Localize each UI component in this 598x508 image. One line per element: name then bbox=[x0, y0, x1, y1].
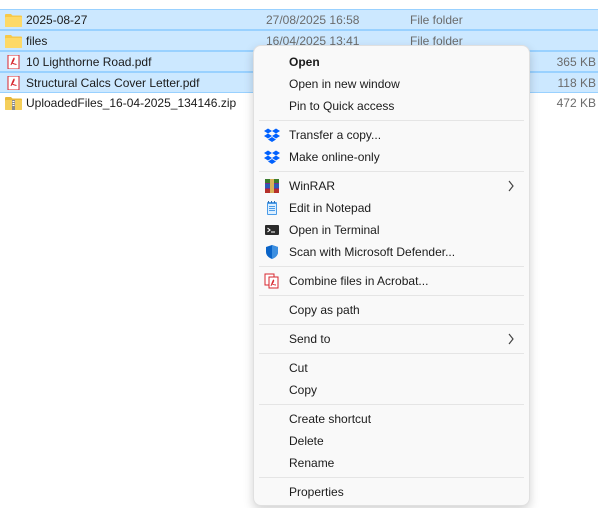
menu-separator bbox=[259, 324, 524, 325]
menu-open-label: Open bbox=[289, 55, 320, 69]
menu-copy-label: Copy bbox=[289, 383, 318, 397]
menu-open-terminal[interactable]: Open in Terminal bbox=[258, 219, 525, 241]
terminal-icon bbox=[265, 225, 279, 235]
menu-edit-notepad[interactable]: Edit in Notepad bbox=[258, 197, 525, 219]
menu-copy-as-path-label: Copy as path bbox=[289, 303, 360, 317]
file-date: 27/08/2025 16:58 bbox=[266, 13, 360, 27]
menu-edit-notepad-label: Edit in Notepad bbox=[289, 201, 372, 215]
menu-send-to[interactable]: Send to bbox=[258, 328, 525, 350]
menu-rename[interactable]: Rename bbox=[258, 452, 525, 474]
file-size: 365 KB bbox=[556, 55, 596, 69]
menu-delete[interactable]: Delete bbox=[258, 430, 525, 452]
menu-open-new-window-label: Open in new window bbox=[289, 77, 400, 91]
menu-delete-label: Delete bbox=[289, 434, 324, 448]
menu-combine-acrobat[interactable]: Combine files in Acrobat... bbox=[258, 270, 525, 292]
menu-create-shortcut[interactable]: Create shortcut bbox=[258, 408, 525, 430]
file-name: 2025-08-27 bbox=[26, 13, 88, 27]
menu-separator bbox=[259, 404, 524, 405]
file-size: 118 KB bbox=[557, 76, 596, 90]
menu-open-terminal-label: Open in Terminal bbox=[289, 223, 380, 237]
dropbox-icon bbox=[264, 150, 280, 164]
file-row-2025-08-27[interactable]: 2025-08-27 27/08/2025 16:58 File folder bbox=[0, 9, 598, 30]
pdf-icon bbox=[7, 55, 20, 69]
notepad-icon bbox=[267, 201, 277, 215]
menu-separator bbox=[259, 120, 524, 121]
menu-separator bbox=[259, 295, 524, 296]
context-menu: Open Open in new window Pin to Quick acc… bbox=[253, 45, 530, 506]
menu-cut[interactable]: Cut bbox=[258, 357, 525, 379]
menu-separator bbox=[259, 353, 524, 354]
menu-winrar-label: WinRAR bbox=[289, 179, 336, 193]
acrobat-combine-icon bbox=[264, 273, 279, 289]
file-name: 10 Lighthorne Road.pdf bbox=[26, 55, 152, 69]
menu-transfer-copy-label: Transfer a copy... bbox=[289, 128, 382, 142]
menu-transfer-copy[interactable]: Transfer a copy... bbox=[258, 124, 525, 146]
chevron-right-icon bbox=[508, 333, 514, 345]
chevron-right-icon bbox=[508, 180, 514, 192]
menu-scan-defender[interactable]: Scan with Microsoft Defender... bbox=[258, 241, 525, 263]
file-name: Structural Calcs Cover Letter.pdf bbox=[26, 76, 200, 90]
menu-send-to-label: Send to bbox=[289, 332, 331, 346]
pdf-icon bbox=[7, 76, 20, 90]
menu-separator bbox=[259, 477, 524, 478]
file-type: File folder bbox=[410, 13, 463, 27]
menu-cut-label: Cut bbox=[289, 361, 308, 375]
file-size: 472 KB bbox=[556, 96, 596, 110]
file-name: files bbox=[26, 34, 48, 48]
menu-combine-acrobat-label: Combine files in Acrobat... bbox=[289, 274, 429, 288]
menu-properties-label: Properties bbox=[289, 485, 344, 499]
shield-icon bbox=[266, 245, 278, 259]
menu-make-online-only[interactable]: Make online-only bbox=[258, 146, 525, 168]
menu-scan-defender-label: Scan with Microsoft Defender... bbox=[289, 245, 456, 259]
folder-icon bbox=[5, 35, 22, 48]
menu-separator bbox=[259, 171, 524, 172]
menu-separator bbox=[259, 266, 524, 267]
dropbox-icon bbox=[264, 128, 280, 142]
menu-pin-quick-access-label: Pin to Quick access bbox=[289, 99, 395, 113]
menu-winrar[interactable]: WinRAR bbox=[258, 175, 525, 197]
file-name: UploadedFiles_16-04-2025_134146.zip bbox=[26, 96, 237, 110]
winrar-icon bbox=[265, 179, 279, 193]
menu-copy-as-path[interactable]: Copy as path bbox=[258, 299, 525, 321]
menu-properties[interactable]: Properties bbox=[258, 481, 525, 503]
zip-folder-icon bbox=[5, 97, 22, 110]
menu-open-new-window[interactable]: Open in new window bbox=[258, 73, 525, 95]
menu-make-online-only-label: Make online-only bbox=[289, 150, 380, 164]
menu-copy[interactable]: Copy bbox=[258, 379, 525, 401]
menu-create-shortcut-label: Create shortcut bbox=[289, 412, 372, 426]
menu-pin-quick-access[interactable]: Pin to Quick access bbox=[258, 95, 525, 117]
menu-rename-label: Rename bbox=[289, 456, 335, 470]
menu-open[interactable]: Open bbox=[258, 51, 525, 73]
folder-icon bbox=[5, 14, 22, 27]
